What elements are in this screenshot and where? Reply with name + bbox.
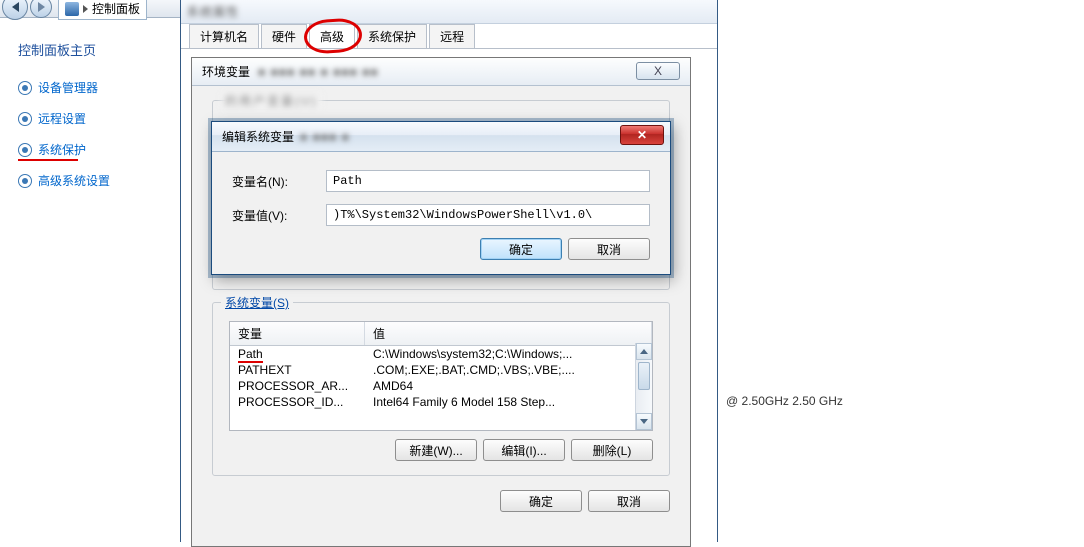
arrow-right-icon [38, 2, 45, 12]
list-header: 变量 值 [230, 322, 652, 346]
tab-remote[interactable]: 远程 [429, 24, 475, 48]
nav-back-button[interactable] [2, 0, 28, 20]
env-close-button[interactable]: X [636, 62, 680, 80]
var-value-input[interactable] [326, 204, 650, 226]
list-row-path[interactable]: Path C:\Windows\system32;C:\Windows;... [230, 346, 652, 362]
edit-system-variable-dialog: 编辑系统变量 ■ ■■■ ■ ✕ 变量名(N): 变量值(V): 确定 取消 [211, 121, 671, 275]
sidebar: 控制面板主页 设备管理器 远程设置 系统保护 高级系统设置 [0, 20, 168, 203]
breadcrumb[interactable]: 控制面板 [58, 0, 147, 20]
scrollbar[interactable] [635, 343, 652, 430]
edit-dialog-title: 编辑系统变量 [222, 128, 294, 145]
env-dialog-titlebar[interactable]: 环境变量 ■ ■■■ ■■ ■ ■■■ ■■ X [192, 58, 690, 86]
edit-cancel-button[interactable]: 取消 [568, 238, 650, 260]
tab-hardware[interactable]: 硬件 [261, 24, 307, 48]
explorer-toolbar: 控制面板 [0, 0, 180, 18]
bullet-icon [18, 112, 32, 126]
sidebar-item-device-manager[interactable]: 设备管理器 [18, 79, 168, 96]
tab-computer-name[interactable]: 计算机名 [189, 24, 259, 48]
arrow-left-icon [12, 2, 19, 12]
system-properties-titlebar[interactable]: 系统属性 [181, 0, 717, 24]
sidebar-item-remote-settings[interactable]: 远程设置 [18, 110, 168, 127]
nav-forward-button[interactable] [30, 0, 52, 18]
var-name-input[interactable] [326, 170, 650, 192]
edit-ok-button[interactable]: 确定 [480, 238, 562, 260]
list-row-processor-arch[interactable]: PROCESSOR_AR... AMD64 [230, 378, 652, 394]
system-properties-body: 环境变量 ■ ■■■ ■■ ■ ■■■ ■■ X 的用户变量(U) 系统变量(S… [181, 48, 717, 508]
scroll-thumb[interactable] [638, 362, 650, 390]
delete-sys-var-button[interactable]: 删除(L) [571, 439, 653, 461]
breadcrumb-text: 控制面板 [92, 0, 140, 17]
scroll-track[interactable] [636, 392, 652, 413]
bullet-icon [18, 81, 32, 95]
var-name-label: 变量名(N): [232, 173, 326, 190]
new-sys-var-button[interactable]: 新建(W)... [395, 439, 477, 461]
col-value[interactable]: 值 [365, 322, 652, 345]
cpu-info-text: @ 2.50GHz 2.50 GHz [726, 394, 843, 408]
close-icon: ✕ [637, 128, 647, 142]
sidebar-title: 控制面板主页 [18, 40, 168, 59]
edit-dialog-titlebar[interactable]: 编辑系统变量 ■ ■■■ ■ ✕ [212, 122, 670, 152]
bullet-icon [18, 143, 32, 157]
list-row-pathext[interactable]: PATHEXT .COM;.EXE;.BAT;.CMD;.VBS;.VBE;..… [230, 362, 652, 378]
var-value-label: 变量值(V): [232, 207, 326, 224]
system-variables-group: 系统变量(S) 变量 值 Path C:\Windows\system32;C:… [212, 302, 670, 476]
scroll-up-button[interactable] [636, 343, 652, 360]
list-row-processor-id[interactable]: PROCESSOR_ID... Intel64 Family 6 Model 1… [230, 394, 652, 410]
col-variable[interactable]: 变量 [230, 322, 365, 345]
system-properties-window: 系统属性 计算机名 硬件 高级 系统保护 远程 环境变量 ■ ■■■ ■■ ■ … [180, 0, 718, 542]
env-ok-button[interactable]: 确定 [500, 490, 582, 512]
tab-system-protection[interactable]: 系统保护 [357, 24, 427, 48]
scroll-down-button[interactable] [636, 413, 652, 430]
sidebar-item-advanced-system-settings[interactable]: 高级系统设置 [18, 172, 168, 189]
edit-sys-var-button[interactable]: 编辑(I)... [483, 439, 565, 461]
window-title: 系统属性 [187, 3, 239, 20]
close-icon: X [654, 64, 662, 78]
title-blur-text: ■ ■■■ ■ [300, 130, 350, 144]
bullet-icon [18, 174, 32, 188]
system-variables-list[interactable]: 变量 值 Path C:\Windows\system32;C:\Windows… [229, 321, 653, 431]
sidebar-item-system-protection[interactable]: 系统保护 [18, 141, 168, 158]
title-blur-text: ■ ■■■ ■■ ■ ■■■ ■■ [258, 65, 379, 79]
env-dialog-title: 环境变量 [202, 63, 250, 80]
tab-advanced[interactable]: 高级 [309, 24, 355, 48]
control-panel-icon [65, 2, 79, 16]
user-vars-legend: 的用户变量(U) [221, 92, 322, 109]
system-vars-legend: 系统变量(S) [221, 294, 293, 311]
env-cancel-button[interactable]: 取消 [588, 490, 670, 512]
tabs: 计算机名 硬件 高级 系统保护 远程 [181, 24, 717, 48]
edit-close-button[interactable]: ✕ [620, 125, 664, 145]
chevron-right-icon [83, 5, 88, 13]
